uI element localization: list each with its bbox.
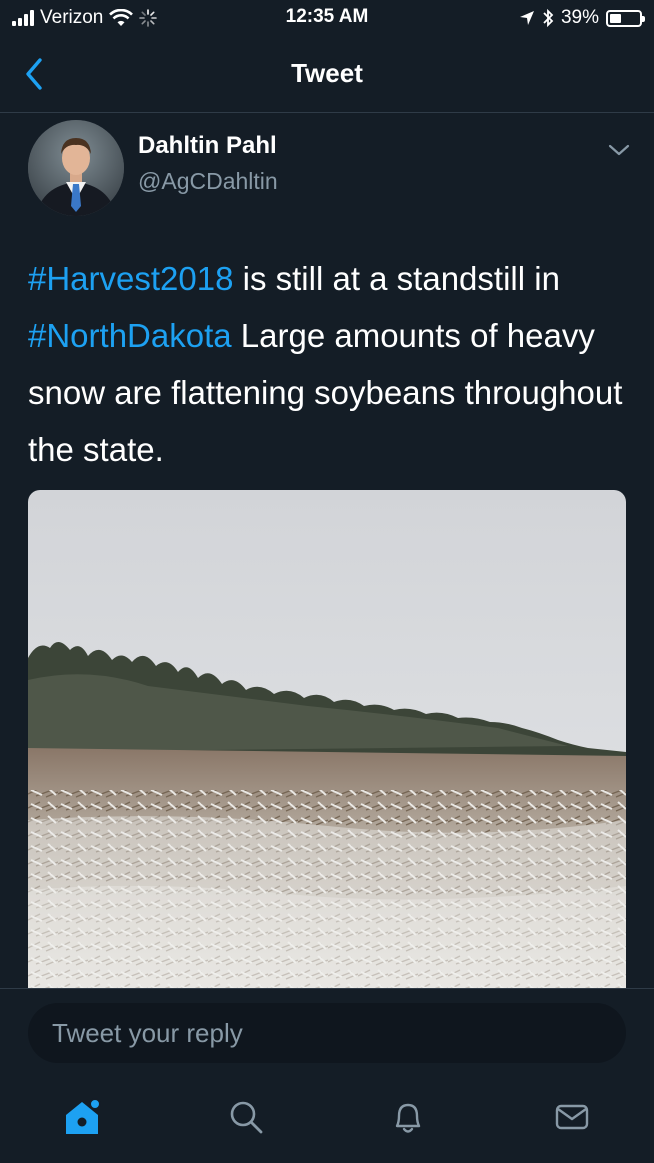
reply-input[interactable] xyxy=(28,1003,626,1063)
tweet-text: #Harvest2018 is still at a standstill in… xyxy=(28,250,628,478)
bluetooth-icon xyxy=(543,8,554,28)
author-name[interactable]: Dahltin Pahl xyxy=(138,132,277,160)
hashtag-link[interactable]: #Harvest2018 xyxy=(28,260,233,297)
tab-home[interactable] xyxy=(56,1091,108,1143)
location-arrow-icon xyxy=(519,11,534,25)
reply-bar xyxy=(0,988,654,1074)
tweet-photo[interactable] xyxy=(28,490,626,988)
tab-bar xyxy=(0,1073,654,1163)
tab-search[interactable] xyxy=(220,1091,272,1143)
caret-down-icon[interactable] xyxy=(606,140,632,160)
avatar[interactable] xyxy=(28,120,124,216)
notifications-bell-icon xyxy=(395,1103,421,1133)
page-title: Tweet xyxy=(291,58,363,88)
author-handle[interactable]: @AgCDahltin xyxy=(138,168,278,195)
status-bar: Verizon 12:35 AM 39% xyxy=(0,0,654,36)
tab-messages[interactable] xyxy=(546,1091,598,1143)
battery-icon xyxy=(606,9,645,27)
hashtag-link[interactable]: #NorthDakota xyxy=(28,317,232,354)
tweet-detail: Dahltin Pahl @AgCDahltin #Harvest2018 is… xyxy=(0,112,654,988)
messages-envelope-icon xyxy=(555,1104,589,1130)
home-icon xyxy=(66,1098,101,1134)
battery-level-fill xyxy=(610,13,621,23)
search-icon xyxy=(230,1101,263,1134)
status-right: 39% xyxy=(519,6,645,30)
navigation-bar: Tweet xyxy=(0,36,654,113)
battery-percent: 39% xyxy=(560,7,599,28)
tab-notifications[interactable] xyxy=(382,1091,434,1143)
tweet-text-part: is still at a standstill in xyxy=(233,260,560,297)
